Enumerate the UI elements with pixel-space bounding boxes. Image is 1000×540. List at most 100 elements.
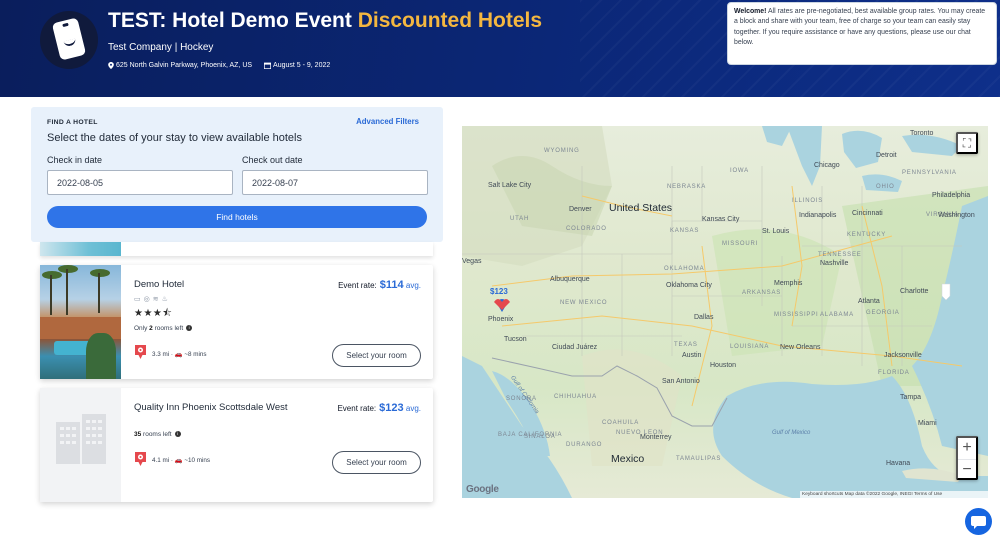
building-icon — [56, 414, 106, 464]
map-terrain — [462, 126, 988, 498]
hotel-card[interactable]: Demo Hotel ▭◎≋♨ ★★★⯪ Only 2 rooms left i … — [40, 265, 433, 379]
map-country: United States — [609, 202, 673, 214]
hotel-map[interactable]: United States Mexico WYOMING IOWA NEBRAS… — [462, 126, 988, 498]
map-state: KENTUCKY — [847, 232, 887, 238]
map-city: Monterrey — [640, 434, 672, 441]
map-city: Ciudad Juárez — [552, 344, 598, 351]
map-city: Philadelphia — [932, 192, 971, 199]
rate-amount: $123 — [379, 402, 404, 414]
info-icon[interactable]: i — [186, 325, 193, 332]
map-state: PENNSYLVANIA — [902, 170, 957, 176]
map-city: Indianapolis — [799, 212, 837, 219]
chat-button[interactable] — [965, 508, 992, 535]
map-city: Kansas City — [702, 216, 740, 223]
location-pin-icon — [108, 62, 114, 69]
info-icon[interactable]: i — [174, 431, 181, 438]
map-state: COAHUILA — [602, 420, 640, 426]
hotel-name: Quality Inn Phoenix Scottsdale West — [134, 402, 288, 413]
map-state: ARKANSAS — [742, 290, 782, 296]
hotel-card-partial — [40, 242, 433, 256]
fullscreen-button[interactable]: ⛶ — [956, 132, 978, 154]
event-logo — [40, 11, 98, 69]
map-city: Austin — [682, 352, 702, 359]
map-state: TAMAULIPAS — [676, 456, 722, 462]
map-city: Tucson — [504, 336, 527, 343]
map-city: Atlanta — [858, 298, 880, 305]
checkout-label: Check out date — [242, 155, 303, 165]
map-state: COLORADO — [566, 226, 607, 232]
map-state: TENNESSEE — [818, 252, 862, 258]
event-rate: Event rate: $114 avg. — [338, 279, 421, 291]
checkin-input[interactable] — [47, 170, 233, 195]
event-subtitle: Test Company | Hockey — [108, 42, 214, 53]
map-state: NEBRASKA — [667, 184, 707, 190]
map-state: NEW MEXICO — [560, 300, 608, 306]
map-city: Dallas — [694, 314, 714, 321]
map-state: MISSISSIPPI — [774, 312, 819, 318]
zoom-out-button[interactable]: − — [958, 460, 976, 482]
pool-icon: ♨ — [161, 296, 171, 303]
select-room-button[interactable]: Select your room — [332, 451, 421, 474]
find-hotel-title: Select the dates of your stay to view av… — [47, 132, 302, 144]
map-state: OHIO — [876, 184, 895, 190]
map-city: Jacksonville — [884, 352, 922, 359]
map-state: BAJA CALIFORNIA — [498, 432, 563, 438]
map-pin-icon — [135, 345, 146, 359]
amenity-icons: ▭◎≋♨ — [134, 295, 171, 303]
find-hotel-label: FIND A HOTEL — [47, 119, 98, 126]
map-city: New Orleans — [780, 344, 821, 351]
hotel-card[interactable]: Quality Inn Phoenix Scottsdale West 35 r… — [40, 388, 433, 502]
map-city: Havana — [886, 460, 911, 467]
coffee-icon: ◎ — [143, 296, 153, 303]
map-state: DURANGO — [566, 442, 603, 448]
map-city: Detroit — [876, 152, 897, 159]
find-hotel-panel: FIND A HOTEL Advanced Filters Select the… — [31, 107, 443, 242]
checkout-input[interactable] — [242, 170, 428, 195]
map-state: UTAH — [510, 216, 530, 222]
tv-icon: ▭ — [134, 296, 144, 303]
chat-bubble-icon — [971, 516, 986, 529]
map-city: Salt Lake City — [488, 182, 532, 189]
map-city: Miami — [918, 420, 937, 427]
map-state: FLORIDA — [878, 370, 910, 376]
map-city: Toronto — [910, 130, 934, 137]
map-city: San Antonio — [662, 378, 700, 385]
map-state: KANSAS — [670, 228, 700, 234]
event-rate: Event rate: $123 avg. — [337, 402, 421, 414]
map-city: Oklahoma City — [666, 282, 712, 289]
wifi-icon: ≋ — [152, 296, 162, 303]
event-dates: August 5 - 9, 2022 — [264, 62, 330, 69]
find-hotels-button[interactable]: Find hotels — [47, 206, 427, 228]
rooms-left: 35 rooms left i — [134, 431, 181, 438]
map-price-marker[interactable]: $123 — [490, 287, 508, 296]
rooms-left: Only 2 rooms left i — [134, 325, 193, 332]
map-city: Chicago — [814, 162, 840, 169]
google-logo: Google — [466, 484, 499, 495]
map-state: CHIHUAHUA — [554, 394, 597, 400]
map-state: TEXAS — [674, 342, 698, 348]
map-city: Memphis — [774, 280, 803, 287]
select-room-button[interactable]: Select your room — [332, 344, 421, 367]
map-city: Nashville — [820, 260, 849, 267]
event-header: TEST: Hotel Demo Event Discounted Hotels… — [0, 0, 1000, 97]
advanced-filters-link[interactable]: Advanced Filters — [356, 117, 419, 126]
map-city: Washington — [938, 212, 975, 219]
map-city: Tampa — [900, 394, 922, 401]
star-rating: ★★★⯪ — [134, 308, 173, 319]
hotel-name: Demo Hotel — [134, 279, 185, 290]
hotel-photo-placeholder — [40, 388, 121, 502]
calendar-icon — [264, 62, 272, 69]
map-city: Charlotte — [900, 288, 929, 295]
zoom-controls[interactable]: + − — [956, 436, 978, 480]
hotel-distance: 4.1 mi · 🚗 ~10 mins — [152, 457, 211, 464]
zoom-in-button[interactable]: + — [958, 438, 976, 460]
map-city: Albuquerque — [550, 276, 590, 283]
checkin-label: Check in date — [47, 155, 103, 165]
map-state: ILLINOIS — [792, 198, 824, 204]
title-accent: Discounted Hotels — [357, 9, 543, 32]
page-title: TEST: Hotel Demo Event Discounted Hotels — [108, 9, 543, 32]
map-sea-label: Gulf of Mexico — [772, 430, 811, 436]
map-state: ALABAMA — [820, 312, 854, 318]
map-attribution[interactable]: Keyboard shortcuts Map data ©2022 Google… — [800, 491, 988, 498]
map-city: St. Louis — [762, 228, 790, 235]
